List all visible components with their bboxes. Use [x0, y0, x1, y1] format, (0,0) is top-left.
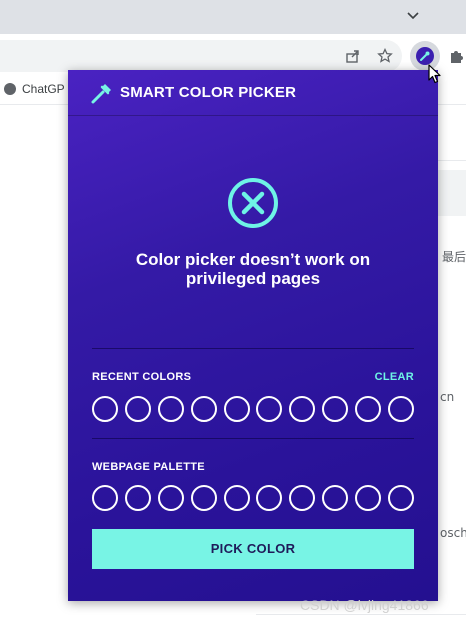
palette-color-swatch[interactable] [322, 485, 349, 511]
section-divider [92, 348, 414, 349]
recent-color-swatch[interactable] [256, 396, 283, 422]
globe-icon [4, 83, 16, 95]
palette-color-swatch[interactable] [92, 485, 118, 511]
palette-color-swatch[interactable] [190, 485, 217, 511]
background-text-osch: osch [440, 526, 466, 540]
recent-color-swatch[interactable] [124, 396, 151, 422]
star-icon[interactable] [374, 45, 396, 67]
webpage-palette-label: WEBPAGE PALETTE [92, 461, 205, 473]
browser-window: ChatGP 最后 cn osch SMART COLOR PICKER Col [0, 0, 466, 625]
palette-color-swatch[interactable] [355, 485, 381, 511]
recent-color-swatch[interactable] [289, 396, 316, 422]
mouse-cursor-icon [428, 64, 442, 89]
background-divider [256, 614, 466, 615]
pick-color-button[interactable]: PICK COLOR [92, 529, 414, 569]
palette-color-swatch[interactable] [157, 485, 184, 511]
error-message: Color picker doesn’t work on privileged … [135, 250, 371, 288]
background-text-side: 最后 [442, 250, 466, 264]
recent-color-swatch[interactable] [157, 396, 184, 422]
clear-button[interactable]: CLEAR [375, 371, 414, 383]
share-icon[interactable] [342, 45, 364, 67]
recent-colors-label: RECENT COLORS [92, 371, 192, 383]
chevron-down-icon[interactable] [404, 6, 422, 24]
popup-header: SMART COLOR PICKER [68, 70, 438, 116]
palette-color-swatch[interactable] [289, 485, 316, 511]
recent-color-swatch[interactable] [190, 396, 217, 422]
recent-color-swatch[interactable] [92, 396, 118, 422]
puzzle-icon[interactable] [446, 45, 466, 67]
background-text-cn: cn [440, 390, 455, 404]
close-circle-icon [226, 176, 280, 230]
extension-popup: SMART COLOR PICKER Color picker doesn’t … [68, 70, 438, 601]
recent-colors-swatches [92, 396, 414, 422]
palette-color-swatch[interactable] [256, 485, 283, 511]
bookmark-label: ChatGP [22, 82, 65, 96]
eyedropper-icon [90, 81, 114, 105]
recent-color-swatch[interactable] [322, 396, 349, 422]
extension-badge [416, 47, 434, 65]
palette-color-swatch[interactable] [223, 485, 250, 511]
webpage-palette-swatches [92, 485, 414, 511]
watermark-text: CSDN @lvjing41866 [300, 597, 429, 613]
title-bar [0, 0, 466, 34]
recent-color-swatch[interactable] [223, 396, 250, 422]
background-divider [438, 160, 466, 161]
palette-color-swatch[interactable] [124, 485, 151, 511]
section-divider [92, 438, 414, 439]
recent-color-swatch[interactable] [355, 396, 381, 422]
recent-color-swatch[interactable] [387, 396, 414, 422]
palette-color-swatch[interactable] [387, 485, 414, 511]
background-panel [438, 170, 466, 216]
bookmark-item[interactable]: ChatGP [4, 82, 65, 96]
popup-title: SMART COLOR PICKER [120, 84, 297, 101]
